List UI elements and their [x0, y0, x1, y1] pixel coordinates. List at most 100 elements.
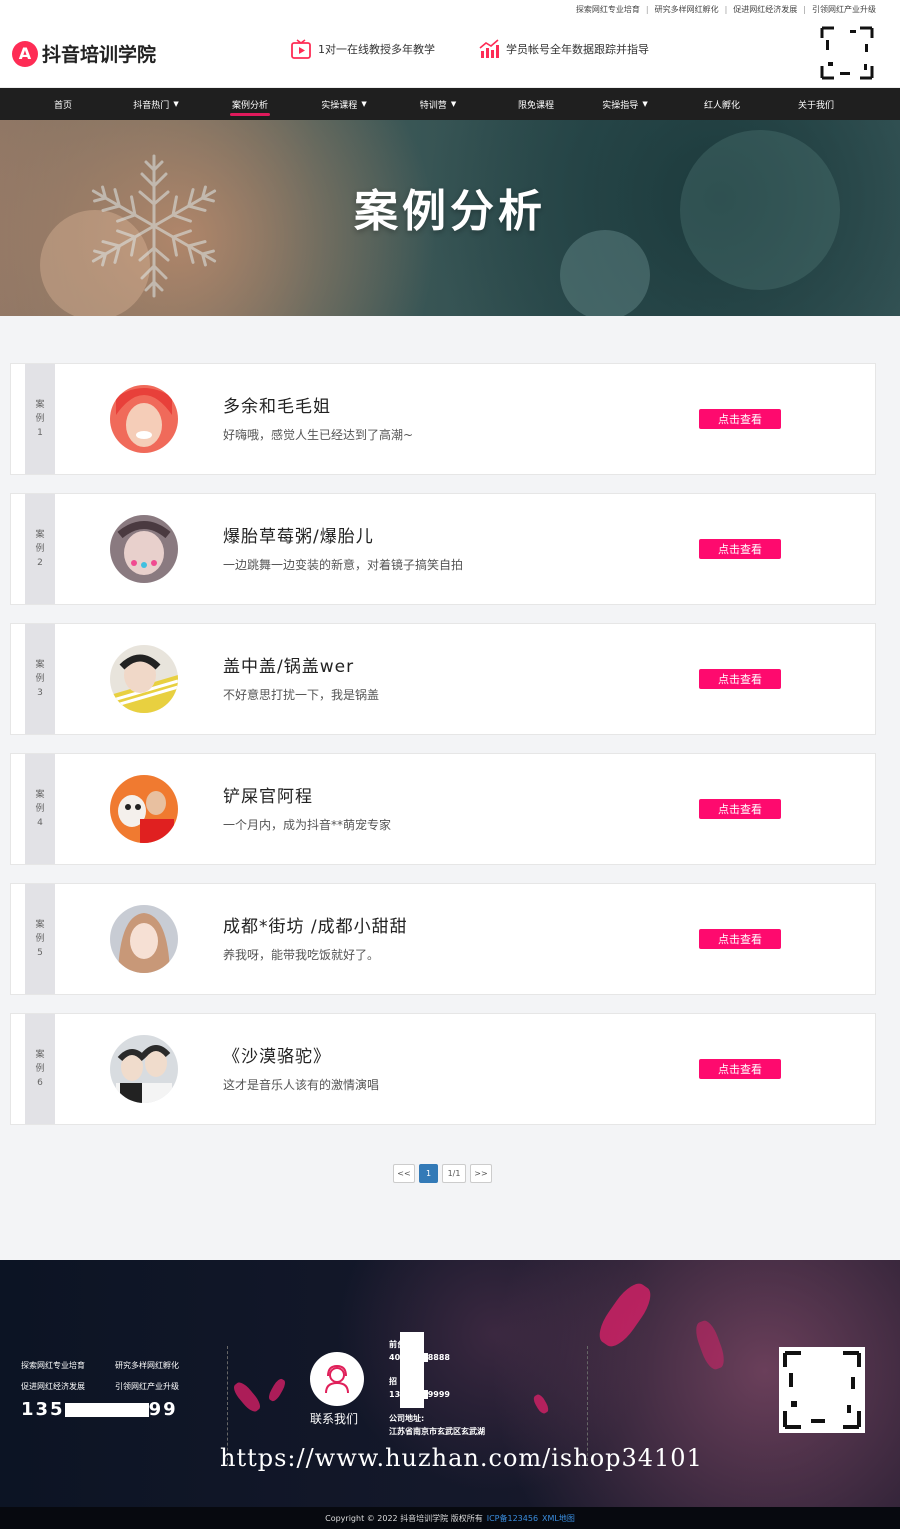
nav-item-douyin-hot[interactable]: 抖音热门 ▼ — [112, 88, 200, 120]
nav-item-free-course[interactable]: 限免课程 — [488, 88, 584, 120]
site-footer: 探索网红专业培育 研究多样网红孵化 促进网红经济发展 引领网红产业升级 135 9… — [0, 1260, 900, 1507]
case-description: 一边跳舞一边变装的新意，对着镜子搞笑自拍 — [223, 558, 464, 572]
case-tag-number: 5 — [37, 948, 43, 958]
separator: | — [645, 4, 649, 14]
top-link[interactable]: 研究多样网红孵化 — [655, 4, 719, 15]
phone-suffix: 99 — [148, 1399, 178, 1420]
case-tag-char: 案 — [35, 400, 45, 410]
caret-down-icon: ▼ — [173, 100, 179, 108]
case-card: 案 例 1 多余和毛毛姐 好嗨哦，感觉人生已经达到了高潮~ 点击查看 — [10, 363, 876, 475]
nav-label: 限免课程 — [517, 100, 554, 111]
case-tag-char: 例 — [35, 934, 45, 944]
bokeh-light — [560, 230, 650, 316]
case-tag: 案 例 3 — [25, 624, 55, 734]
page-title: 案例分析 — [354, 186, 546, 237]
avatar — [110, 385, 178, 453]
nav-label: 实操课程 — [321, 100, 358, 111]
case-description: 养我呀，能带我吃饭就好了。 — [223, 948, 380, 962]
case-tag-char: 案 — [35, 660, 45, 670]
redaction-block — [64, 1403, 149, 1417]
page-number-button[interactable]: 1 — [419, 1164, 438, 1183]
qr-code-icon — [783, 1351, 861, 1429]
case-title[interactable]: 盖中盖/锅盖wer — [223, 652, 354, 677]
top-link[interactable]: 探索网红专业培育 — [576, 4, 640, 15]
nav-item-case-analysis[interactable]: 案例分析 — [200, 88, 300, 120]
top-link[interactable]: 促进网红经济发展 — [733, 4, 797, 15]
case-description: 不好意思打扰一下，我是锅盖 — [223, 688, 380, 702]
caret-down-icon: ▼ — [361, 100, 367, 108]
case-tag: 案 例 6 — [25, 1014, 55, 1124]
case-title[interactable]: 《沙漠骆驼》 — [223, 1042, 331, 1067]
feature-data-tracking: 学员帐号全年数据跟踪并指导 — [478, 38, 649, 60]
view-case-button[interactable]: 点击查看 — [699, 669, 781, 689]
case-tag-char: 例 — [35, 544, 45, 554]
footer-link[interactable]: 研究多样网红孵化 — [115, 1360, 209, 1371]
case-description: 一个月内，成为抖音**萌宠专家 — [223, 818, 392, 832]
page-banner: 案例分析 — [0, 120, 900, 316]
case-title[interactable]: 铲屎官阿程 — [223, 782, 313, 807]
prev-page-button[interactable]: << — [393, 1164, 415, 1183]
qr-code-icon — [820, 26, 874, 80]
logo-text: 抖音培训学院 — [42, 44, 157, 66]
view-case-button[interactable]: 点击查看 — [699, 799, 781, 819]
decor-ribbon — [266, 1377, 288, 1403]
case-title[interactable]: 多余和毛毛姐 — [223, 392, 331, 417]
top-link[interactable]: 引领网红产业升级 — [812, 4, 876, 15]
top-link-bar: 探索网红专业培育 | 研究多样网红孵化 | 促进网红经济发展 | 引领网红产业升… — [0, 0, 900, 18]
case-tag-number: 3 — [37, 688, 43, 698]
nav-label: 红人孵化 — [703, 100, 740, 111]
next-page-button[interactable]: >> — [470, 1164, 492, 1183]
case-list: 案 例 1 多余和毛毛姐 好嗨哦，感觉人生已经达到了高潮~ 点击查看 案 例 2… — [0, 316, 900, 1125]
case-title[interactable]: 成都*街坊 /成都小甜甜 — [223, 912, 408, 937]
decor-ribbon — [531, 1392, 551, 1416]
recruit-label-text: 招 — [389, 1377, 397, 1386]
case-tag-char: 例 — [35, 414, 45, 424]
nav-label: 抖音热门 — [133, 100, 170, 111]
case-tag-char: 案 — [35, 920, 45, 930]
case-tag-char: 例 — [35, 674, 45, 684]
feature-text: 学员帐号全年数据跟踪并指导 — [506, 43, 649, 56]
nav-item-practical-course[interactable]: 实操课程 ▼ — [300, 88, 388, 120]
case-card: 案 例 6 《沙漠骆驼》 这才是音乐人该有的激情演唱 点击查看 — [10, 1013, 876, 1125]
view-case-button[interactable]: 点击查看 — [699, 929, 781, 949]
avatar — [110, 1035, 178, 1103]
avatar — [110, 905, 178, 973]
caret-down-icon: ▼ — [450, 100, 457, 108]
phone-suffix: 9999 — [427, 1390, 450, 1399]
footer-link[interactable]: 引领网红产业升级 — [115, 1381, 209, 1392]
copyright-bar: Copyright © 2022 抖音培训学院 版权所有 ICP备123456 … — [0, 1507, 900, 1529]
nav-label: 案例分析 — [231, 100, 268, 111]
case-title[interactable]: 爆胎草莓粥/爆胎儿 — [223, 522, 374, 547]
avatar — [110, 515, 178, 583]
footer-link[interactable]: 促进网红经济发展 — [21, 1381, 115, 1392]
footer-qr-code — [779, 1347, 865, 1433]
separator: | — [724, 4, 728, 14]
case-description: 好嗨哦，感觉人生已经达到了高潮~ — [223, 428, 414, 442]
nav-item-training-camp[interactable]: 特训营 ▼ — [388, 88, 488, 120]
view-case-button[interactable]: 点击查看 — [699, 539, 781, 559]
case-card: 案 例 2 爆胎草莓粥/爆胎儿 一边跳舞一边变装的新意，对着镜子搞笑自拍 点击查… — [10, 493, 876, 605]
pagination: << 1 1/1 >> — [393, 1164, 492, 1183]
nav-item-about-us[interactable]: 关于我们 — [778, 88, 854, 120]
nav-item-home[interactable]: 首页 — [14, 88, 112, 120]
view-case-button[interactable]: 点击查看 — [699, 409, 781, 429]
case-tag-number: 2 — [37, 558, 43, 568]
view-case-button[interactable]: 点击查看 — [699, 1059, 781, 1079]
nav-item-influencer-incubation[interactable]: 红人孵化 — [666, 88, 778, 120]
nav-label: 特训营 — [419, 100, 447, 111]
avatar — [110, 775, 178, 843]
icp-link[interactable]: ICP备123456 — [487, 1513, 538, 1524]
nav-item-practical-guide[interactable]: 实操指导 ▼ — [584, 88, 666, 120]
address-label: 公司地址: — [389, 1414, 425, 1423]
footer-link[interactable]: 探索网红专业培育 — [21, 1360, 115, 1371]
video-play-icon — [291, 39, 311, 59]
contact-us-label[interactable]: 联系我们 — [310, 1410, 358, 1427]
sitemap-link[interactable]: XML地图 — [542, 1513, 575, 1524]
case-card: 案 例 4 铲屎官阿程 一个月内，成为抖音**萌宠专家 点击查看 — [10, 753, 876, 865]
site-header: A 抖音培训学院 1对一在线教授多年教学 学员帐号全年数据跟踪并指导 — [0, 18, 900, 88]
case-tag-number: 4 — [37, 818, 43, 828]
bar-chart-icon — [479, 39, 499, 58]
site-logo[interactable]: A 抖音培训学院 — [12, 40, 156, 67]
contact-icon-circle[interactable] — [310, 1352, 364, 1406]
case-tag: 案 例 1 — [25, 364, 55, 474]
